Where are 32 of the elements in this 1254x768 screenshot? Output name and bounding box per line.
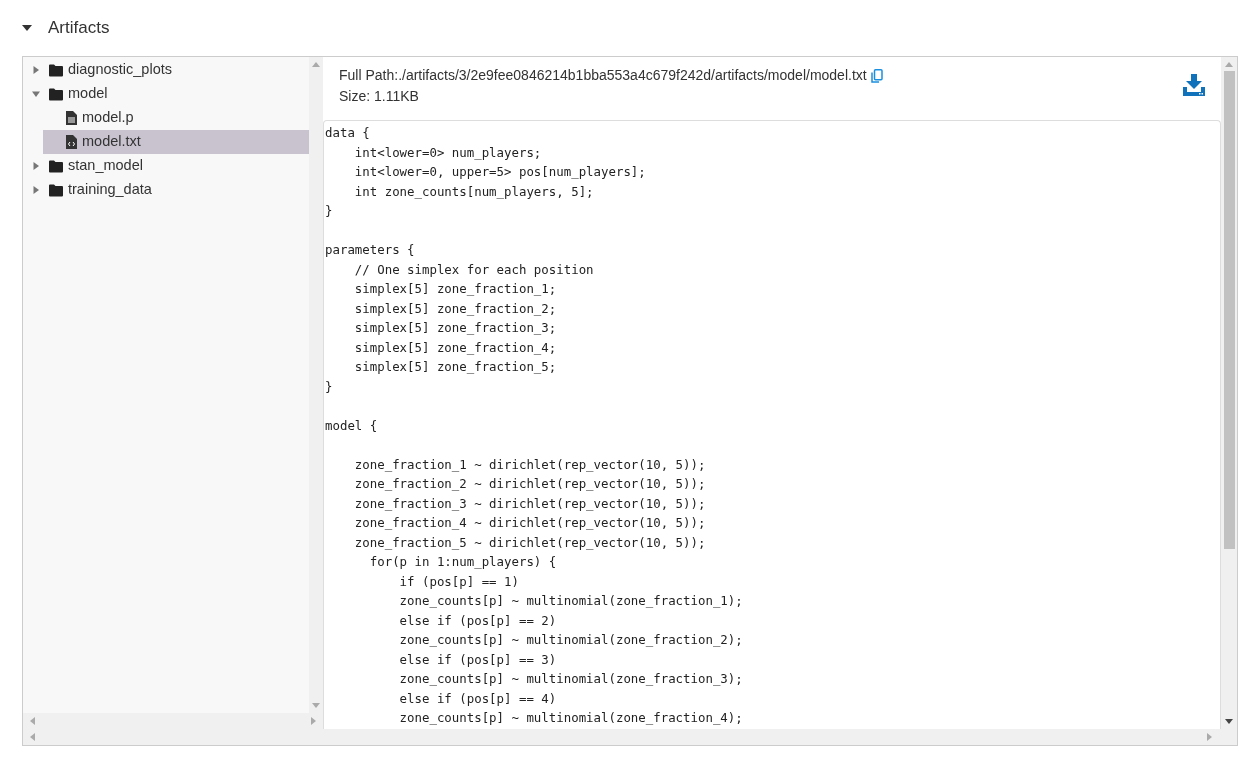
code-file-icon [66, 135, 77, 149]
caret-icon[interactable] [22, 25, 32, 31]
scrollbar[interactable] [1221, 57, 1237, 729]
tree-item[interactable]: stan_model [23, 154, 309, 178]
tree-item[interactable]: model [23, 82, 309, 106]
collapsed-arrow-icon[interactable] [32, 66, 40, 74]
scrollbar[interactable] [23, 729, 1237, 745]
full-path-text: Full Path:./artifacts/3/2e9fee0846214b1bba553a4c679f242d/artifacts/model/model.txt [339, 66, 867, 85]
file-size-text: Size: 1.11KB [339, 88, 419, 104]
scroll-right-arrow-icon[interactable] [1207, 733, 1213, 741]
tree-item[interactable]: model.p [23, 106, 309, 130]
tree-item[interactable]: model.txt [43, 130, 309, 154]
folder-icon [49, 63, 63, 77]
folder-icon [49, 183, 63, 197]
download-icon[interactable] [1183, 74, 1205, 96]
scrollbar[interactable] [309, 57, 323, 713]
scroll-up-arrow-icon[interactable] [312, 61, 320, 67]
scrollbar[interactable] [23, 713, 323, 729]
tree-item[interactable]: diagnostic_plots [23, 58, 309, 82]
document-icon [66, 111, 77, 125]
scroll-right-arrow-icon[interactable] [311, 717, 317, 725]
folder-icon [49, 87, 63, 101]
section-title: Artifacts [48, 17, 110, 40]
copy-icon[interactable] [870, 68, 883, 83]
scroll-up-arrow-icon[interactable] [1225, 61, 1233, 67]
folder-icon [49, 159, 63, 173]
scroll-down-arrow-icon[interactable] [1225, 719, 1233, 725]
collapsed-arrow-icon[interactable] [32, 186, 40, 194]
expanded-arrow-icon[interactable] [32, 90, 40, 98]
tree-item[interactable]: training_data [23, 178, 309, 202]
collapsed-arrow-icon[interactable] [32, 162, 40, 170]
code-text: data { int<lower=0> num_players; int<lower=0, upper=5> pos[num_players]; int zone_counts[num_players, 5]; } parameters { // One simplex for each position simplex[5] zone_fraction_1; simplex[5] zone_fraction_2; simplex[5] zone_fraction_3; simplex[5] zone_fraction_4; simplex[5] zone_fraction_5; } model { zone_fraction_1 ~ dirichlet(rep_vector(10, 5)); zone_fraction_2 ~ dirichlet(rep_vector(10, 5)); zone_fraction_3 ~ dirichlet(rep_vector(10, 5)); zone_fraction_4 ~ dirichlet(rep_vector(10, 5)); zone_fraction_5 ~ dirichlet(rep_vector(10, 5)); for(p in 1:num_players) { if (pos[p] == 1) zone_counts[p] ~ multinomial(zone_fraction_1); else if (pos[p] == 2) zone_counts[p] ~ multinomial(zone_fraction_2); else if (pos[p] == 3) zone_counts[p] ~ multinomial(zone_fraction_3); else if (pos[p] == 4) zone_counts[p] ~ multinomial(zone_fraction_4); [324, 124, 744, 727]
